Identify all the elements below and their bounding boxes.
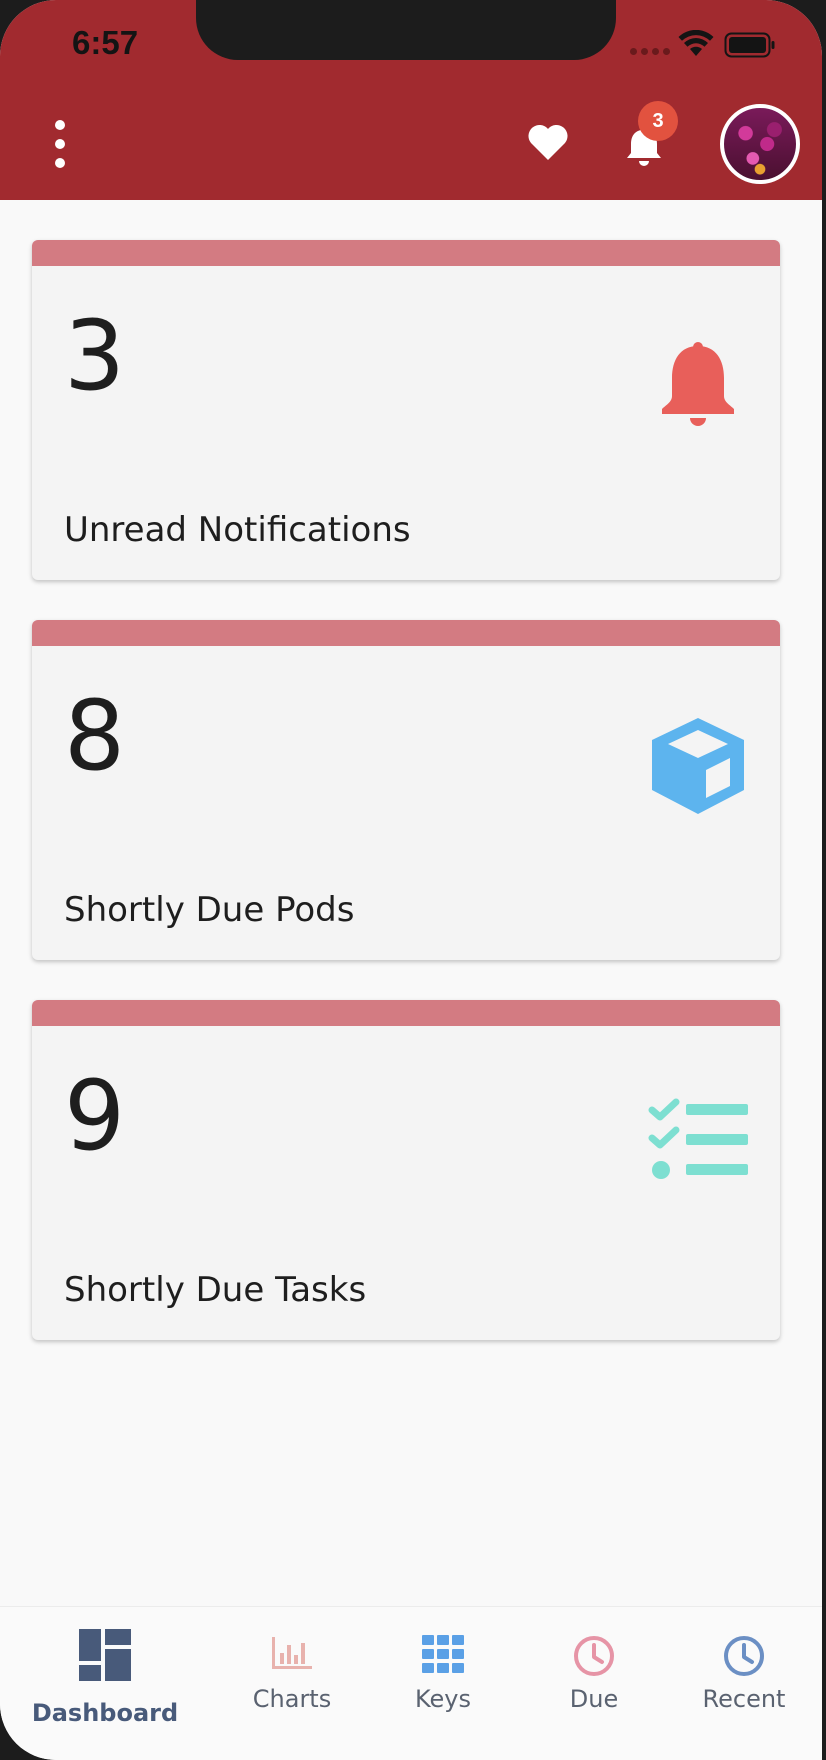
clock-icon	[574, 1636, 614, 1676]
device-notch	[196, 0, 616, 60]
bottom-navigation: Dashboard Charts Keys Due Recent	[0, 1606, 822, 1760]
notification-count-badge: 3	[638, 101, 678, 141]
dashboard-icon	[79, 1629, 131, 1681]
card-accent-bar	[32, 240, 780, 266]
card-label: Shortly Due Pods	[64, 890, 355, 930]
shortly-due-pods-card[interactable]: 8 Shortly Due Pods	[32, 620, 780, 960]
tab-dashboard-label: Dashboard	[31, 1699, 179, 1727]
cellular-signal-icon	[630, 48, 670, 55]
battery-icon	[724, 32, 775, 58]
tab-recent-label: Recent	[702, 1685, 786, 1713]
more-vertical-icon[interactable]	[48, 120, 72, 168]
unread-notifications-card[interactable]: 3 Unread Notifications	[32, 240, 780, 580]
shortly-due-tasks-card[interactable]: 9 Shortly Due Tasks	[32, 1000, 780, 1340]
card-label: Unread Notifications	[64, 510, 411, 550]
task-list-icon	[646, 1094, 750, 1198]
card-count: 3	[64, 300, 125, 412]
avatar[interactable]	[720, 104, 800, 184]
bar-chart-icon	[272, 1637, 312, 1669]
clock-icon	[724, 1636, 764, 1676]
wifi-icon	[678, 30, 714, 56]
card-accent-bar	[32, 1000, 780, 1026]
tab-charts[interactable]: Charts	[217, 1607, 367, 1760]
cube-icon	[646, 714, 750, 818]
tab-charts-label: Charts	[252, 1685, 332, 1713]
card-count: 9	[64, 1060, 125, 1172]
tab-recent[interactable]: Recent	[669, 1607, 819, 1760]
app-header: 6:57 3	[0, 0, 822, 200]
tab-due-label: Due	[569, 1685, 619, 1713]
card-count: 8	[64, 680, 125, 792]
tab-dashboard[interactable]: Dashboard	[30, 1607, 180, 1760]
tab-keys-label: Keys	[414, 1685, 471, 1713]
grid-icon	[422, 1635, 464, 1673]
tab-due[interactable]: Due	[519, 1607, 669, 1760]
card-label: Shortly Due Tasks	[64, 1270, 367, 1310]
card-accent-bar	[32, 620, 780, 646]
phone-screen: 6:57 3 3 Unread Notifications 8 Shortly …	[0, 0, 822, 1760]
tab-keys[interactable]: Keys	[368, 1607, 518, 1760]
bell-icon	[646, 334, 750, 438]
heart-icon[interactable]	[526, 122, 570, 162]
status-bar-time: 6:57	[72, 24, 139, 61]
